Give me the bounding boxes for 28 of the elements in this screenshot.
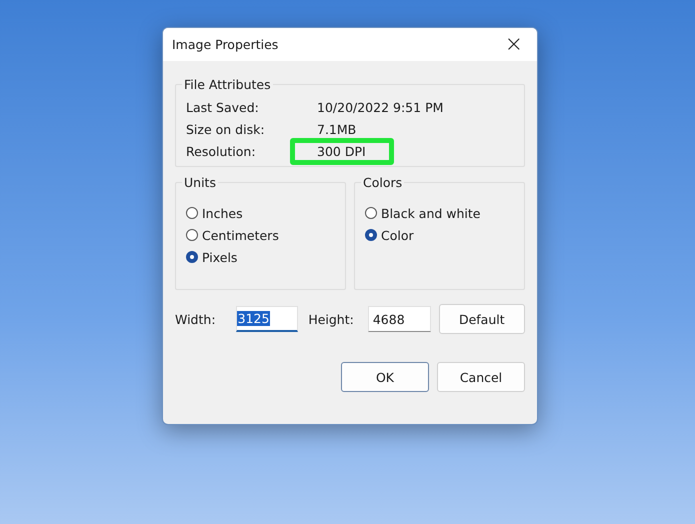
radio-option[interactable]: Centimeters <box>186 224 335 246</box>
attribute-value: 7.1MB <box>317 120 356 138</box>
default-button[interactable]: Default <box>438 304 525 334</box>
radio-label: Centimeters <box>202 228 279 242</box>
width-label: Width: <box>175 312 217 326</box>
attribute-value: 10/20/2022 9:51 PM <box>317 98 444 116</box>
height-field[interactable]: 4688 <box>368 306 431 332</box>
radio-option[interactable]: Color <box>365 224 514 246</box>
radio-label: Black and white <box>381 206 480 220</box>
height-label: Height: <box>308 312 354 326</box>
radio-label: Color <box>381 228 414 242</box>
radio-option[interactable]: Inches <box>186 202 335 224</box>
radio-option[interactable]: Black and white <box>365 202 514 224</box>
group-title: File Attributes <box>183 77 272 92</box>
attribute-label: Resolution: <box>186 144 257 158</box>
radio-label: Pixels <box>202 250 238 264</box>
attribute-label: Last Saved: <box>186 100 260 114</box>
group-title: Units <box>183 175 217 190</box>
radio-label: Inches <box>202 206 243 220</box>
close-button[interactable]: × <box>498 34 529 56</box>
group-title: Colors <box>362 175 404 190</box>
cancel-button[interactable]: Cancel <box>437 362 525 392</box>
radio-option[interactable]: Pixels <box>186 246 335 268</box>
highlighted-value: 300 DPI <box>290 138 394 164</box>
ok-button[interactable]: OK <box>341 362 429 392</box>
attribute-label: Size on disk: <box>186 122 266 136</box>
width-field[interactable]: 3125 <box>236 306 298 332</box>
window-title: Image Properties <box>172 37 278 52</box>
